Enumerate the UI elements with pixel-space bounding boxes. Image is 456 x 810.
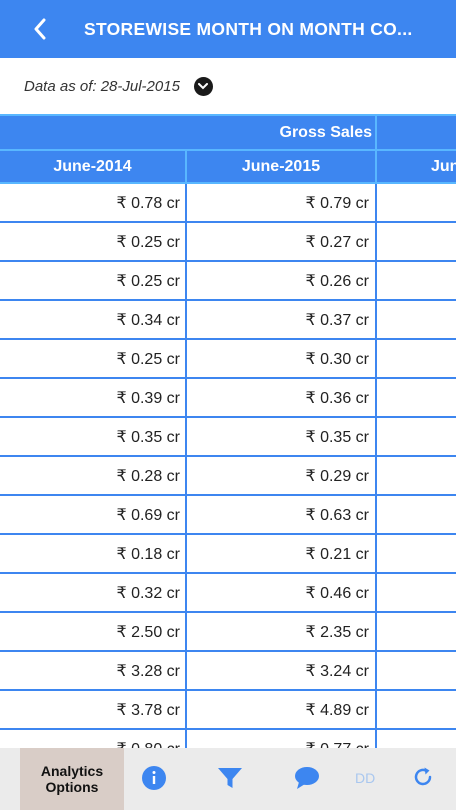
- table-row[interactable]: ₹ 0.78 cr ₹ 0.79 cr: [0, 184, 456, 223]
- table-row[interactable]: ₹ 0.25 cr ₹ 0.30 cr: [0, 340, 456, 379]
- column-divider: [375, 496, 377, 535]
- cell-june-2014: ₹ 3.28 cr: [116, 663, 180, 680]
- cell-june-2014: ₹ 0.34 cr: [116, 312, 180, 329]
- cell-june-2015: ₹ 3.24 cr: [305, 663, 369, 680]
- cell-june-2014: ₹ 2.50 cr: [116, 624, 180, 641]
- column-divider: [375, 262, 377, 301]
- cell-june-2014: ₹ 0.35 cr: [116, 429, 180, 446]
- table-row[interactable]: ₹ 0.25 cr ₹ 0.26 cr: [0, 262, 456, 301]
- cell-june-2014: ₹ 0.25 cr: [116, 273, 180, 290]
- cell-june-2015: ₹ 0.63 cr: [305, 507, 369, 524]
- date-dropdown-button[interactable]: [193, 76, 213, 96]
- table-row[interactable]: ₹ 0.25 cr ₹ 0.27 cr: [0, 223, 456, 262]
- table-row[interactable]: ₹ 0.34 cr ₹ 0.37 cr: [0, 301, 456, 340]
- group-header-divider: [375, 116, 377, 151]
- cell-june-2015: ₹ 0.36 cr: [305, 390, 369, 407]
- cell-june-2015: ₹ 2.35 cr: [305, 624, 369, 641]
- column-divider: [375, 457, 377, 496]
- cell-june-2015: ₹ 0.35 cr: [305, 429, 369, 446]
- cell-june-2015: ₹ 0.29 cr: [305, 468, 369, 485]
- back-button[interactable]: [12, 0, 68, 58]
- column-divider: [375, 535, 377, 574]
- column-divider: [375, 574, 377, 613]
- refresh-button[interactable]: [411, 765, 435, 789]
- dd-button[interactable]: DD: [355, 770, 375, 786]
- cell-june-2015: ₹ 0.27 cr: [305, 234, 369, 251]
- cell-june-2015: ₹ 0.26 cr: [305, 273, 369, 290]
- cell-june-2015: ₹ 0.79 cr: [305, 195, 369, 212]
- table-row[interactable]: ₹ 0.28 cr ₹ 0.29 cr: [0, 457, 456, 496]
- table-row[interactable]: ₹ 3.28 cr ₹ 3.24 cr: [0, 652, 456, 691]
- column-divider: [375, 613, 377, 652]
- column-header[interactable]: June-2014: [0, 158, 185, 176]
- table-row[interactable]: ₹ 3.78 cr ₹ 4.89 cr: [0, 691, 456, 730]
- cell-june-2014: ₹ 0.25 cr: [116, 351, 180, 368]
- bottom-app-bar: Analytics Options DD: [0, 748, 456, 810]
- cell-june-2014: ₹ 0.25 cr: [116, 234, 180, 251]
- column-divider: [375, 730, 377, 748]
- column-divider: [375, 379, 377, 418]
- app-header: STOREWISE MONTH ON MONTH CO...: [0, 0, 456, 58]
- cell-june-2014: ₹ 0.32 cr: [116, 585, 180, 602]
- cell-june-2014: ₹ 0.69 cr: [116, 507, 180, 524]
- data-as-of-label: Data as of: 28-Jul-2015: [24, 77, 180, 95]
- info-icon: [142, 766, 166, 790]
- refresh-icon: [414, 767, 432, 786]
- group-header: Gross Sales: [0, 114, 456, 151]
- cell-june-2014: ₹ 0.18 cr: [116, 546, 180, 563]
- table-row[interactable]: ₹ 0.18 cr ₹ 0.21 cr: [0, 535, 456, 574]
- table-row[interactable]: ₹ 0.35 cr ₹ 0.35 cr: [0, 418, 456, 457]
- column-divider: [375, 418, 377, 457]
- table-row[interactable]: ₹ 2.50 cr ₹ 2.35 cr: [0, 613, 456, 652]
- chevron-left-icon: [34, 18, 46, 40]
- column-header-row: June-2014 June-2015 Jun: [0, 149, 456, 184]
- gross-sales-table[interactable]: Gross Sales June-2014 June-2015 Jun ₹ 0.…: [0, 114, 456, 748]
- column-header[interactable]: Jun: [377, 158, 456, 176]
- cell-june-2015: ₹ 0.30 cr: [305, 351, 369, 368]
- cell-june-2015: ₹ 0.21 cr: [305, 546, 369, 563]
- cell-june-2015: ₹ 0.46 cr: [305, 585, 369, 602]
- cell-june-2015: ₹ 0.77 cr: [187, 739, 369, 748]
- column-divider: [375, 340, 377, 379]
- group-header-label: Gross Sales: [279, 124, 373, 141]
- cell-june-2014: ₹ 0.78 cr: [116, 195, 180, 212]
- column-divider: [375, 691, 377, 730]
- data-as-of-row: Data as of: 28-Jul-2015: [0, 58, 456, 114]
- cell-june-2014: ₹ 0.80 cr: [0, 739, 180, 748]
- cell-june-2014: ₹ 0.28 cr: [116, 468, 180, 485]
- table-body: ₹ 0.78 cr ₹ 0.79 cr ₹ 0.25 cr ₹ 0.27 cr ₹ 0.…: [0, 184, 456, 748]
- column-divider: [375, 223, 377, 262]
- filter-icon: [218, 768, 242, 788]
- column-divider: [375, 184, 377, 223]
- cell-june-2015: ₹ 0.37 cr: [305, 312, 369, 329]
- chevron-down-icon: [198, 82, 209, 89]
- analytics-options-button[interactable]: Analytics Options: [20, 748, 124, 810]
- cell-june-2015: ₹ 4.89 cr: [305, 702, 369, 719]
- table-row[interactable]: ₹ 0.39 cr ₹ 0.36 cr: [0, 379, 456, 418]
- table-row[interactable]: ₹ 0.80 cr ₹ 0.77 cr: [0, 730, 456, 748]
- column-header[interactable]: June-2015: [187, 158, 375, 176]
- filter-button[interactable]: [216, 765, 244, 791]
- column-divider: [375, 652, 377, 691]
- page-title: STOREWISE MONTH ON MONTH CO...: [84, 18, 413, 39]
- table-row[interactable]: ₹ 0.32 cr ₹ 0.46 cr: [0, 574, 456, 613]
- info-button[interactable]: [141, 765, 167, 791]
- comment-button[interactable]: [293, 765, 321, 791]
- comment-icon: [295, 767, 319, 789]
- column-divider: [375, 301, 377, 340]
- cell-june-2014: ₹ 0.39 cr: [116, 390, 180, 407]
- table-row[interactable]: ₹ 0.69 cr ₹ 0.63 cr: [0, 496, 456, 535]
- cell-june-2014: ₹ 3.78 cr: [116, 702, 180, 719]
